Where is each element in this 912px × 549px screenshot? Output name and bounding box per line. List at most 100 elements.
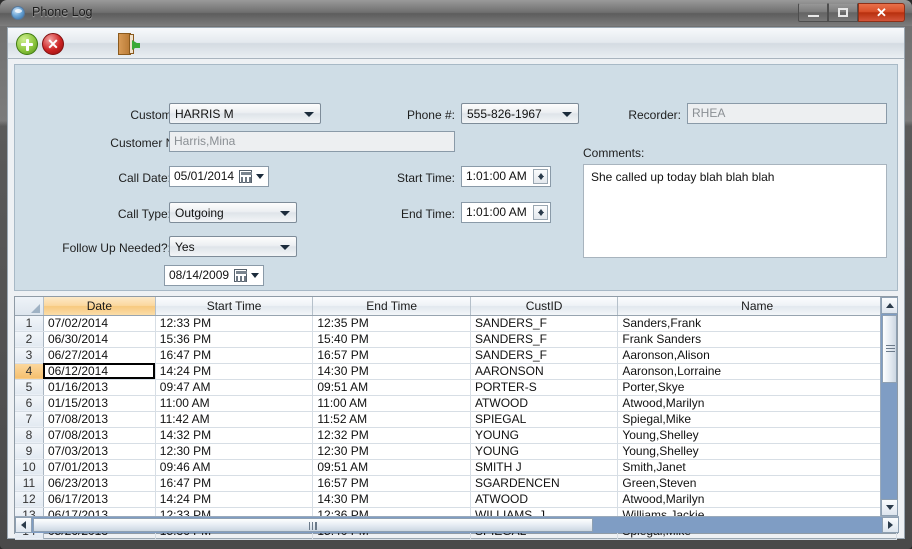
close-button[interactable]: ✕ <box>858 3 905 22</box>
cell-start-time[interactable]: 16:47 PM <box>155 347 314 364</box>
recorder-field[interactable]: RHEA <box>687 103 887 124</box>
cell-custid[interactable]: YOUNG <box>470 443 619 460</box>
row-header[interactable]: 10 <box>15 459 44 476</box>
row-header[interactable]: 3 <box>15 347 44 364</box>
end-time-field[interactable]: 1:01:00 AM <box>461 202 551 223</box>
cell-name[interactable]: Frank Sanders <box>617 331 897 348</box>
cell-start-time[interactable]: 14:24 PM <box>155 491 314 508</box>
vertical-scrollbar[interactable] <box>880 297 898 516</box>
cell-date[interactable]: 07/01/2013 <box>43 459 156 476</box>
calendar-icon[interactable] <box>234 269 247 282</box>
cell-date[interactable]: 06/17/2013 <box>43 491 156 508</box>
cell-custid[interactable]: PORTER-S <box>470 379 619 396</box>
follow-up-date-field[interactable]: 08/14/2009 <box>164 265 264 286</box>
phone-log-grid[interactable]: Date Start Time End Time CustID Name 1 07… <box>14 296 899 540</box>
table-row[interactable]: 10 07/01/2013 09:46 AM 09:51 AM SMITH J Smith… <box>15 459 897 476</box>
cell-date[interactable]: 06/12/2014 <box>43 363 156 380</box>
column-header-start-time[interactable]: Start Time <box>155 297 314 316</box>
table-row[interactable]: 8 07/08/2013 14:32 PM 12:32 PM YOUNG Young,Sh… <box>15 427 897 444</box>
exit-door-icon[interactable] <box>118 33 144 55</box>
scroll-right-arrow-icon[interactable] <box>882 517 899 533</box>
call-date-field[interactable]: 05/01/2014 <box>169 166 269 187</box>
cell-start-time[interactable]: 11:42 AM <box>155 411 314 428</box>
row-header[interactable]: 7 <box>15 411 44 428</box>
scroll-down-arrow-icon[interactable] <box>881 499 898 516</box>
cell-end-time[interactable]: 16:57 PM <box>312 347 471 364</box>
table-row[interactable]: 2 06/30/2014 15:36 PM 15:40 PM SANDERS_F Fran… <box>15 331 897 348</box>
row-header[interactable]: 4 <box>15 363 44 380</box>
cell-end-time[interactable]: 09:51 AM <box>312 379 471 396</box>
cell-name[interactable]: Aaronson,Alison <box>617 347 897 364</box>
row-header[interactable]: 12 <box>15 491 44 508</box>
cell-end-time[interactable]: 14:30 PM <box>312 363 471 380</box>
add-green-plus-icon[interactable] <box>16 33 38 55</box>
table-row[interactable]: 12 06/17/2013 14:24 PM 14:30 PM ATWOOD Atwood… <box>15 491 897 508</box>
cell-end-time[interactable]: 16:57 PM <box>312 475 471 492</box>
cell-start-time[interactable]: 12:33 PM <box>155 315 314 332</box>
cell-date[interactable]: 01/15/2013 <box>43 395 156 412</box>
end-time-stepper[interactable] <box>533 205 548 220</box>
row-header[interactable]: 2 <box>15 331 44 348</box>
cell-name[interactable]: Aaronson,Lorraine <box>617 363 897 380</box>
table-row[interactable]: 5 01/16/2013 09:47 AM 09:51 AM PORTER-S Porte… <box>15 379 897 396</box>
horizontal-scrollbar[interactable] <box>15 516 899 533</box>
cell-custid[interactable]: ATWOOD <box>470 491 619 508</box>
table-row[interactable]: 4 06/12/2014 14:24 PM 14:30 PM AARONSON Aaron… <box>15 363 897 380</box>
cell-name[interactable]: Young,Shelley <box>617 427 897 444</box>
row-header[interactable]: 1 <box>15 315 44 332</box>
chevron-down-icon[interactable] <box>256 174 264 179</box>
scroll-left-arrow-icon[interactable] <box>15 517 32 533</box>
row-header[interactable]: 11 <box>15 475 44 492</box>
horizontal-scrollbar-thumb[interactable] <box>33 518 593 532</box>
cell-custid[interactable]: SPIEGAL <box>470 411 619 428</box>
column-header-name[interactable]: Name <box>617 297 897 316</box>
vertical-scrollbar-thumb[interactable] <box>882 315 897 383</box>
minimize-button[interactable] <box>798 3 828 22</box>
table-row[interactable]: 11 06/23/2013 16:47 PM 16:57 PM SGARDENCEN Gr… <box>15 475 897 492</box>
cell-custid[interactable]: SGARDENCEN <box>470 475 619 492</box>
call-type-combo[interactable]: Outgoing <box>169 202 297 223</box>
cell-start-time[interactable]: 11:00 AM <box>155 395 314 412</box>
cell-start-time[interactable]: 09:46 AM <box>155 459 314 476</box>
cell-custid[interactable]: ATWOOD <box>470 395 619 412</box>
cell-custid[interactable]: AARONSON <box>470 363 619 380</box>
table-row[interactable]: 6 01/15/2013 11:00 AM 11:00 AM ATWOOD Atwood,… <box>15 395 897 412</box>
cell-end-time[interactable]: 12:35 PM <box>312 315 471 332</box>
comments-textarea[interactable]: She called up today blah blah blah <box>583 164 887 258</box>
cell-custid[interactable]: SANDERS_F <box>470 315 619 332</box>
cell-name[interactable]: Porter,Skye <box>617 379 897 396</box>
row-header[interactable]: 6 <box>15 395 44 412</box>
cell-date[interactable]: 07/08/2013 <box>43 427 156 444</box>
cell-date[interactable]: 06/23/2013 <box>43 475 156 492</box>
cell-date[interactable]: 06/27/2014 <box>43 347 156 364</box>
start-time-field[interactable]: 1:01:00 AM <box>461 166 551 187</box>
cell-date[interactable]: 07/08/2013 <box>43 411 156 428</box>
cell-end-time[interactable]: 09:51 AM <box>312 459 471 476</box>
cell-date[interactable]: 01/16/2013 <box>43 379 156 396</box>
cell-name[interactable]: Green,Steven <box>617 475 897 492</box>
cell-start-time[interactable]: 12:30 PM <box>155 443 314 460</box>
cell-end-time[interactable]: 15:40 PM <box>312 331 471 348</box>
delete-red-x-icon[interactable]: ✕ <box>42 33 64 55</box>
maximize-button[interactable] <box>828 3 858 22</box>
cell-date[interactable]: 07/03/2013 <box>43 443 156 460</box>
cell-date[interactable]: 06/30/2014 <box>43 331 156 348</box>
cell-end-time[interactable]: 11:52 AM <box>312 411 471 428</box>
row-header[interactable]: 9 <box>15 443 44 460</box>
cell-custid[interactable]: SANDERS_F <box>470 347 619 364</box>
chevron-down-icon[interactable] <box>251 273 259 278</box>
phone-combo[interactable]: 555-826-1967 <box>461 103 579 124</box>
cell-end-time[interactable]: 12:32 PM <box>312 427 471 444</box>
scroll-up-arrow-icon[interactable] <box>881 297 898 314</box>
row-header[interactable]: 5 <box>15 379 44 396</box>
table-row[interactable]: 9 07/03/2013 12:30 PM 12:30 PM YOUNG Young,Sh… <box>15 443 897 460</box>
cell-custid[interactable]: SANDERS_F <box>470 331 619 348</box>
grid-select-all-corner[interactable] <box>15 297 44 316</box>
column-header-custid[interactable]: CustID <box>470 297 619 316</box>
table-row[interactable]: 7 07/08/2013 11:42 AM 11:52 AM SPIEGAL Spiega… <box>15 411 897 428</box>
cell-name[interactable]: Atwood,Marilyn <box>617 491 897 508</box>
column-header-date[interactable]: Date <box>43 297 156 316</box>
customer-id-combo[interactable]: HARRIS M <box>169 103 321 124</box>
start-time-stepper[interactable] <box>533 169 548 184</box>
cell-custid[interactable]: YOUNG <box>470 427 619 444</box>
